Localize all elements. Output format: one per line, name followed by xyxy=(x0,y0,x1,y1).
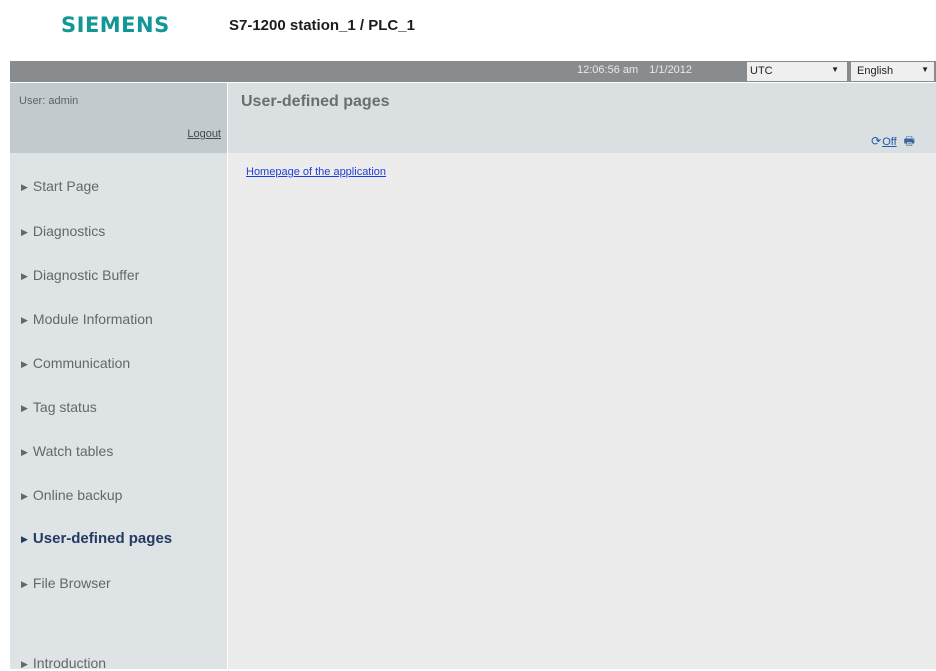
language-select[interactable]: English ▼ xyxy=(851,62,934,81)
triangle-right-icon: ▶ xyxy=(21,271,28,281)
sidebar-item-tag-status[interactable]: ▶ Tag status xyxy=(21,399,97,415)
sidebar-item-label: Start Page xyxy=(32,178,100,194)
triangle-right-icon: ▶ xyxy=(21,447,28,457)
sidebar-item-diagnostics[interactable]: ▶ Diagnostics xyxy=(21,223,105,239)
language-value: English xyxy=(857,65,894,77)
sidebar-item-label: Diagnostic Buffer xyxy=(32,267,140,283)
sidebar-item-label: User-defined pages xyxy=(32,530,173,547)
sidebar-item-watch-tables[interactable]: ▶ Watch tables xyxy=(21,443,113,459)
print-icon[interactable]: 🖶 xyxy=(904,134,915,148)
sidebar-item-label: Tag status xyxy=(32,399,97,415)
application-homepage-link[interactable]: Homepage of the application xyxy=(246,166,386,178)
triangle-right-icon: ▶ xyxy=(21,579,28,589)
sidebar-item-online-backup[interactable]: ▶ Online backup xyxy=(21,487,122,503)
sidebar-item-diagnostic-buffer[interactable]: ▶ Diagnostic Buffer xyxy=(21,267,139,283)
page-title: User-defined pages xyxy=(241,93,390,110)
triangle-right-icon: ▶ xyxy=(21,534,28,544)
timezone-value: UTC xyxy=(750,65,773,77)
main-content: Homepage of the application xyxy=(228,153,936,669)
sidebar-item-communication[interactable]: ▶ Communication xyxy=(21,355,130,371)
auto-refresh-toggle[interactable]: Off xyxy=(882,136,896,148)
page-header: SIEMENS S7-1200 station_1 / PLC_1 xyxy=(0,0,936,60)
triangle-down-icon: ▼ xyxy=(831,65,839,74)
triangle-right-icon: ▶ xyxy=(21,182,28,192)
top-status-bar: 12:06:56 am 1/1/2012 UTC ▼ English ▼ xyxy=(10,61,936,82)
sidebar-item-label: Communication xyxy=(32,355,131,371)
timezone-select[interactable]: UTC ▼ xyxy=(747,62,847,81)
triangle-right-icon: ▶ xyxy=(21,491,28,501)
sidebar-item-module-information[interactable]: ▶ Module Information xyxy=(21,311,153,327)
current-date: 1/1/2012 xyxy=(649,64,693,76)
sidebar-item-label: Diagnostics xyxy=(32,223,106,239)
user-label: User: admin xyxy=(19,95,79,107)
triangle-right-icon: ▶ xyxy=(21,227,28,237)
station-title: S7-1200 station_1 / PLC_1 xyxy=(229,17,415,34)
logout-link[interactable]: Logout xyxy=(187,128,221,140)
siemens-logo: SIEMENS xyxy=(61,13,170,37)
refresh-icon[interactable]: ⟳ xyxy=(871,134,881,148)
sidebar-item-user-defined-pages[interactable]: ▶ User-defined pages xyxy=(21,530,172,547)
sidebar-item-start-page[interactable]: ▶ Start Page xyxy=(21,178,99,194)
triangle-right-icon: ▶ xyxy=(21,315,28,325)
sidebar-nav: ▶ Start Page ▶ Diagnostics ▶ Diagnostic Buf… xyxy=(10,153,227,671)
triangle-right-icon: ▶ xyxy=(21,359,28,369)
current-time: 12:06:56 am xyxy=(577,64,639,76)
sidebar-item-label: File Browser xyxy=(32,575,111,591)
sidebar-item-file-browser[interactable]: ▶ File Browser xyxy=(21,575,111,591)
sidebar-item-label: Module Information xyxy=(32,311,153,327)
clock: 12:06:56 am 1/1/2012 xyxy=(577,64,700,76)
triangle-right-icon: ▶ xyxy=(21,403,28,413)
triangle-down-icon: ▼ xyxy=(921,65,929,74)
sidebar-item-label: Watch tables xyxy=(32,443,114,459)
page-tools: ⟳Off 🖶 xyxy=(871,132,915,153)
triangle-right-icon: ▶ xyxy=(21,659,28,669)
main-header: User-defined pages ⟳Off 🖶 xyxy=(228,83,936,153)
sidebar-item-label: Online backup xyxy=(32,487,123,503)
user-panel: User: admin Logout xyxy=(10,83,227,153)
